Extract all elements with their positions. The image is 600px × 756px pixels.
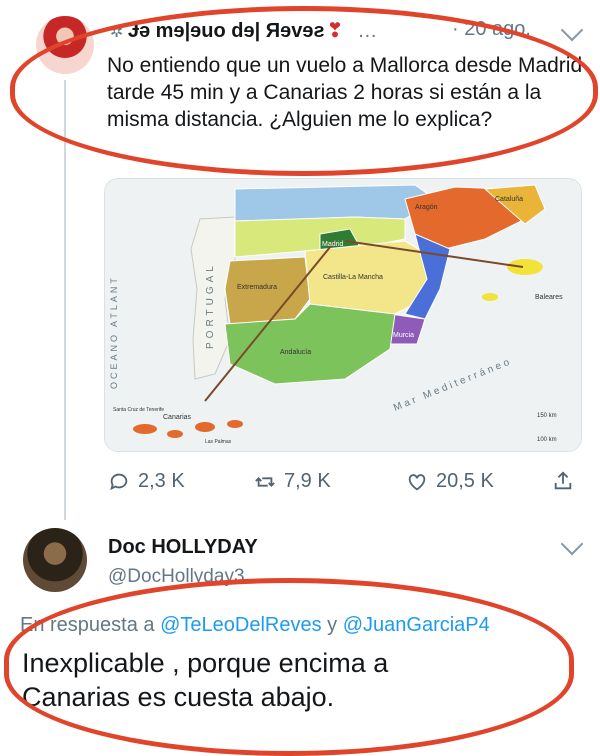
map-label-murcia: Murcia [393, 332, 414, 339]
retweet-button[interactable]: 7,9 K [254, 470, 331, 493]
chevron-down-icon[interactable] [560, 532, 584, 556]
map-label-andalucia: Andalucía [280, 349, 311, 356]
share-button[interactable] [552, 470, 574, 492]
map-portugal-label: PORTUGAL [205, 262, 216, 349]
map-label-madrid: Madrid [322, 241, 344, 248]
more-dots: … [357, 20, 378, 42]
reply-icon [110, 473, 128, 490]
thread-line [64, 80, 66, 520]
tweet-header: ✲ Ɉə mɘ|ɘuo dɘ| Яɘvɘƨ ❣ … · 20 ago. [110, 18, 580, 46]
retweet-count: 7,9 K [284, 470, 331, 492]
tweet-image-map[interactable]: OCEANO ATLANT PORTUGAL Mar Mediterráneo … [104, 178, 582, 452]
map-label-cataluna: Cataluña [495, 196, 523, 203]
map-scale-100: 100 km [537, 437, 557, 443]
badge-icon: ✲ [110, 24, 128, 41]
avatar[interactable] [36, 16, 94, 74]
author-handle[interactable]: @DocHollyday3 [108, 566, 245, 588]
retweet-icon [255, 476, 275, 487]
spain-map: OCEANO ATLANT PORTUGAL Mar Mediterráneo … [105, 179, 581, 451]
reply-count: 2,3 K [138, 470, 185, 492]
action-bar: 2,3 K 7,9 K 20,5 K [104, 470, 584, 500]
avatar[interactable] [23, 528, 87, 592]
map-label-laspalmas: Las Palmas [205, 439, 232, 445]
map-label-tenerife: Santa Cruz de Tenerife [113, 407, 164, 413]
map-label-clm: Castilla-La Mancha [323, 274, 383, 281]
map-label-extremadura: Extremadura [237, 284, 277, 291]
heart-icon [408, 473, 426, 490]
reply-tweet: Doc HOLLYDAY @DocHollyday3 En respuesta … [0, 518, 600, 756]
reply-and: y [327, 614, 338, 636]
author-name[interactable]: Ɉə mɘ|ɘuo dɘ| Яɘvɘƨ [128, 20, 325, 42]
original-tweet: ✲ Ɉə mɘ|ɘuo dɘ| Яɘvɘƨ ❣ … · 20 ago. No ent… [0, 0, 600, 520]
tweet-text: No entiendo que un vuelo a Mallorca desd… [107, 54, 583, 131]
map-ocean-label: OCEANO ATLANT [109, 275, 119, 389]
reply-button[interactable]: 2,3 K [108, 470, 185, 493]
map-scale-150: 150 km [537, 413, 557, 419]
map-label-canarias: Canarias [163, 414, 192, 421]
share-icon [554, 471, 572, 490]
author-name[interactable]: Doc HOLLYDAY [108, 536, 258, 559]
map-label-baleares: Baleares [535, 294, 563, 301]
reply-mention-1[interactable]: @TeLeoDelReves [160, 614, 322, 636]
tweet-text: Inexplicable , porque encima a Canarias … [22, 648, 389, 712]
reply-mention-2[interactable]: @JuanGarciaP4 [343, 614, 490, 636]
reply-context: En respuesta a @TeLeoDelReves y @JuanGar… [20, 614, 490, 637]
like-button[interactable]: 20,5 K [406, 470, 494, 493]
like-count: 20,5 K [436, 470, 494, 492]
map-label-aragon: Aragón [415, 204, 438, 211]
tweet-date[interactable]: · 20 ago. [452, 18, 531, 41]
heart-emoji: ❣ [326, 20, 344, 42]
reply-prefix: En respuesta a [20, 614, 155, 636]
